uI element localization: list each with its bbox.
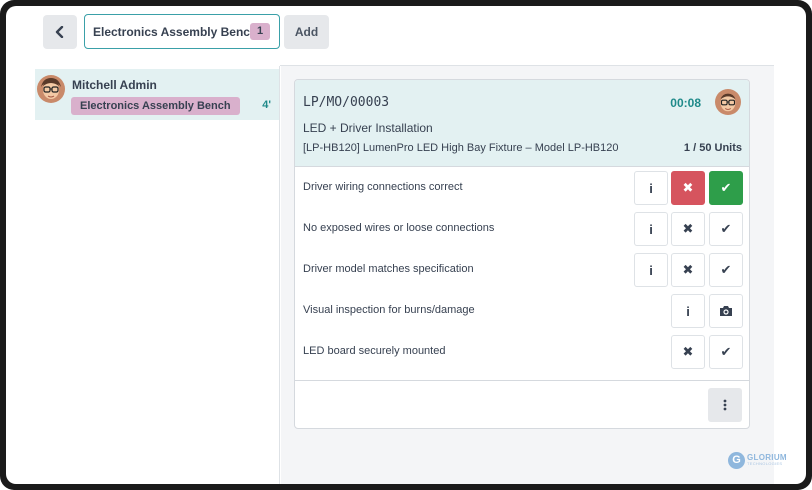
device-frame: Electronics Assembly Bench 1 Add Mitchel… <box>0 0 812 490</box>
logo-tagline: TECHNOLOGIES <box>747 461 783 466</box>
glorium-logo-icon: G <box>728 451 745 469</box>
glorium-logo: G GLORIUM TECHNOLOGIES <box>728 451 787 469</box>
check-row: LED board securely mounted ✖ ✔ <box>295 332 749 373</box>
info-button[interactable]: i <box>671 294 705 328</box>
quantity-progress: 1 / 50 Units <box>683 142 742 154</box>
app-screen: Electronics Assembly Bench 1 Add Mitchel… <box>6 6 806 484</box>
close-icon: ✖ <box>682 262 694 277</box>
fail-button[interactable]: ✖ <box>671 335 705 369</box>
operation-name: LED + Driver Installation <box>303 121 433 135</box>
info-button[interactable]: i <box>634 171 668 205</box>
check-label: LED board securely mounted <box>303 345 446 357</box>
fail-button[interactable]: ✖ <box>671 171 705 205</box>
pass-button[interactable]: ✔ <box>709 253 743 287</box>
employee-avatar-icon <box>37 75 65 103</box>
workorder-footer <box>295 380 749 428</box>
check-row: No exposed wires or loose connections i … <box>295 209 749 250</box>
back-button[interactable] <box>43 15 77 49</box>
pass-button[interactable]: ✔ <box>709 171 743 205</box>
camera-button[interactable] <box>709 294 743 328</box>
employee-workcenter-badge: Electronics Assembly Bench <box>71 97 240 115</box>
ellipsis-vertical-icon <box>723 399 727 411</box>
check-row: Driver model matches specification i ✖ ✔ <box>295 250 749 291</box>
more-actions-button[interactable] <box>708 388 742 422</box>
fail-button[interactable]: ✖ <box>671 253 705 287</box>
check-icon: ✔ <box>720 221 732 236</box>
pass-button[interactable]: ✔ <box>709 212 743 246</box>
check-row: Visual inspection for burns/damage i <box>295 291 749 332</box>
check-row: Driver wiring connections correct i ✖ ✔ <box>295 168 749 209</box>
workorder-timer: 00:08 <box>670 96 701 110</box>
quality-checklist: Driver wiring connections correct i ✖ ✔ … <box>295 168 749 373</box>
workorder-header[interactable]: LP/MO/00003 00:08 LED + Driver Installat… <box>295 80 749 167</box>
info-icon: i <box>686 303 690 319</box>
check-icon: ✔ <box>720 344 732 359</box>
workcenter-count-badge: 1 <box>250 23 270 40</box>
close-icon: ✖ <box>682 180 694 195</box>
top-bar: Electronics Assembly Bench 1 Add <box>6 6 806 64</box>
workcenter-tab-label: Electronics Assembly Bench <box>93 24 258 39</box>
check-label: Visual inspection for burns/damage <box>303 304 475 316</box>
camera-icon <box>720 306 732 316</box>
check-label: Driver model matches specification <box>303 263 474 275</box>
close-icon: ✖ <box>682 221 694 236</box>
check-icon: ✔ <box>720 262 732 277</box>
pass-button[interactable]: ✔ <box>709 335 743 369</box>
check-icon: ✔ <box>720 180 732 195</box>
add-workcenter-button[interactable]: Add <box>284 15 329 49</box>
check-label: Driver wiring connections correct <box>303 181 463 193</box>
chevron-left-icon <box>55 26 64 38</box>
fail-button[interactable]: ✖ <box>671 212 705 246</box>
mo-reference: LP/MO/00003 <box>303 95 390 110</box>
employee-panel: Mitchell Admin Electronics Assembly Benc… <box>35 66 280 484</box>
close-icon: ✖ <box>682 344 694 359</box>
workorder-area: LP/MO/00003 00:08 LED + Driver Installat… <box>281 66 774 484</box>
info-icon: i <box>649 180 653 196</box>
operator-avatar-icon <box>715 89 741 115</box>
employee-name: Mitchell Admin <box>72 78 157 92</box>
info-button[interactable]: i <box>634 212 668 246</box>
employee-row[interactable]: Mitchell Admin Electronics Assembly Benc… <box>35 69 279 120</box>
info-button[interactable]: i <box>634 253 668 287</box>
check-label: No exposed wires or loose connections <box>303 222 495 234</box>
workorder-card: LP/MO/00003 00:08 LED + Driver Installat… <box>294 79 750 429</box>
info-icon: i <box>649 221 653 237</box>
info-icon: i <box>649 262 653 278</box>
product-name: [LP-HB120] LumenPro LED High Bay Fixture… <box>303 142 619 154</box>
employee-duration: 4' <box>262 99 271 111</box>
workcenter-tab[interactable]: Electronics Assembly Bench 1 <box>84 14 280 49</box>
